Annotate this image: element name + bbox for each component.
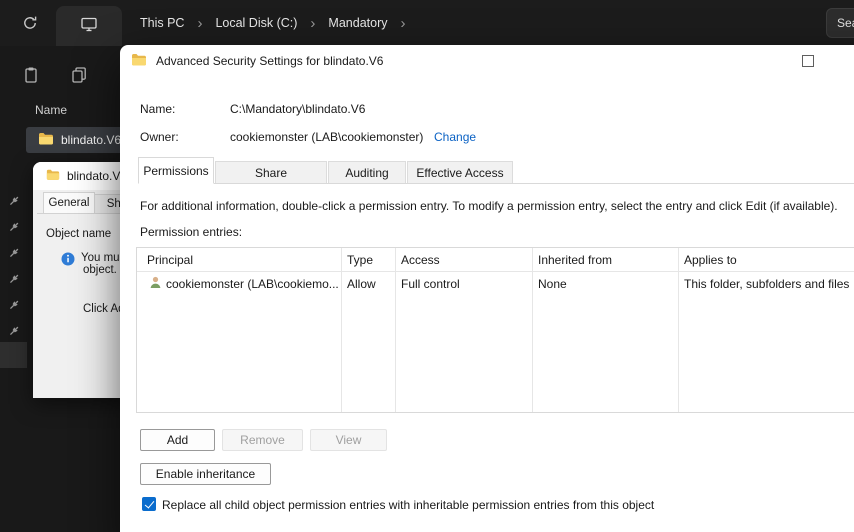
add-button[interactable]: Add: [140, 429, 215, 451]
properties-titlebar: blindato.V: [33, 162, 134, 190]
folder-icon: [131, 52, 147, 71]
this-pc-icon: [80, 15, 98, 38]
view-button[interactable]: View: [310, 429, 387, 451]
folder-icon: [46, 168, 60, 185]
name-label: Name:: [140, 102, 176, 116]
search-text: Sea: [837, 16, 854, 30]
explorer-titlebar: This PC › Local Disk (C:) › Mandatory › …: [0, 0, 854, 46]
properties-title: blindato.V: [67, 169, 121, 183]
explorer-tab[interactable]: [56, 6, 122, 46]
inherited-from-cell: None: [538, 277, 567, 291]
instructions-text: For additional information, double-click…: [140, 199, 838, 213]
column-divider: [678, 248, 679, 412]
chevron-right-icon[interactable]: ›: [197, 16, 202, 31]
pin-icon[interactable]: [7, 324, 21, 338]
column-divider: [341, 248, 342, 412]
table-header-row: Principal Type Access Inherited from App…: [137, 248, 854, 272]
paste-icon[interactable]: [22, 66, 40, 84]
file-name: blindato.V6: [61, 133, 122, 147]
search-input[interactable]: Sea: [826, 8, 854, 38]
column-header-applies-to[interactable]: Applies to: [678, 253, 854, 267]
tab-effective-access[interactable]: Effective Access: [407, 161, 513, 183]
dialog-tabstrip: Permissions Share Auditing Effective Acc…: [138, 157, 854, 184]
permission-entries-table: Principal Type Access Inherited from App…: [136, 247, 854, 413]
advanced-security-dialog: Advanced Security Settings for blindato.…: [120, 45, 854, 532]
tab-auditing[interactable]: Auditing: [328, 161, 406, 183]
pin-icon[interactable]: [7, 246, 21, 260]
change-owner-link[interactable]: Change: [434, 130, 476, 144]
column-header-inherited-from[interactable]: Inherited from: [532, 253, 678, 267]
replace-checkbox[interactable]: [142, 497, 156, 511]
replace-checkbox-label[interactable]: Replace all child object permission entr…: [162, 498, 654, 512]
access-cell: Full control: [401, 277, 460, 291]
info-text-line2: object.: [83, 264, 117, 276]
column-header-access[interactable]: Access: [395, 253, 532, 267]
owner-label: Owner:: [140, 130, 179, 144]
principal-text: cookiemonster (LAB\cookiemo...: [166, 277, 339, 291]
type-cell: Allow: [347, 277, 376, 291]
name-value: C:\Mandatory\blindato.V6: [230, 102, 366, 116]
maximize-button[interactable]: [802, 55, 814, 67]
breadcrumb: This PC › Local Disk (C:) › Mandatory ›: [140, 0, 405, 46]
user-icon: [148, 275, 163, 293]
dialog-titlebar: Advanced Security Settings for blindato.…: [120, 45, 854, 77]
column-header-type[interactable]: Type: [341, 253, 395, 267]
remove-button[interactable]: Remove: [222, 429, 303, 451]
hint-text: Click Ad: [83, 303, 125, 315]
breadcrumb-local-disk[interactable]: Local Disk (C:): [215, 16, 297, 30]
permission-entries-label: Permission entries:: [140, 225, 243, 239]
pin-icon[interactable]: [7, 298, 21, 312]
properties-dialog: blindato.V General Sha Object name You m…: [33, 162, 140, 398]
pin-icon[interactable]: [7, 194, 21, 208]
breadcrumb-this-pc[interactable]: This PC: [140, 16, 184, 30]
object-name-label: Object name: [46, 228, 112, 240]
chevron-right-icon[interactable]: ›: [310, 16, 315, 31]
owner-value: cookiemonster (LAB\cookiemonster): [230, 130, 424, 144]
pin-icon[interactable]: [7, 220, 21, 234]
file-row-blindato[interactable]: blindato.V6: [26, 127, 134, 153]
dialog-title: Advanced Security Settings for blindato.…: [156, 54, 384, 68]
folder-icon: [38, 131, 54, 150]
info-icon: [61, 252, 75, 266]
screen: This PC › Local Disk (C:) › Mandatory › …: [0, 0, 854, 532]
column-divider: [532, 248, 533, 412]
applies-to-cell: This folder, subfolders and files: [684, 277, 850, 291]
tab-general[interactable]: General: [43, 192, 95, 214]
column-divider: [395, 248, 396, 412]
copy-icon[interactable]: [70, 66, 88, 84]
enable-inheritance-button[interactable]: Enable inheritance: [140, 463, 271, 485]
info-text-line1: You mus: [81, 252, 126, 264]
nav-selected-item[interactable]: [0, 342, 27, 368]
principal-cell: cookiemonster (LAB\cookiemo...: [137, 275, 341, 293]
tab-permissions[interactable]: Permissions: [138, 157, 214, 184]
chevron-right-icon[interactable]: ›: [400, 16, 405, 31]
column-header-principal[interactable]: Principal: [137, 253, 341, 267]
tab-share[interactable]: Share: [215, 161, 327, 183]
breadcrumb-mandatory[interactable]: Mandatory: [328, 16, 387, 30]
refresh-icon[interactable]: [22, 15, 38, 31]
permission-entry-row[interactable]: cookiemonster (LAB\cookiemo... Allow Ful…: [137, 272, 854, 296]
pin-icon[interactable]: [7, 272, 21, 286]
name-column-header[interactable]: Name: [35, 103, 67, 117]
